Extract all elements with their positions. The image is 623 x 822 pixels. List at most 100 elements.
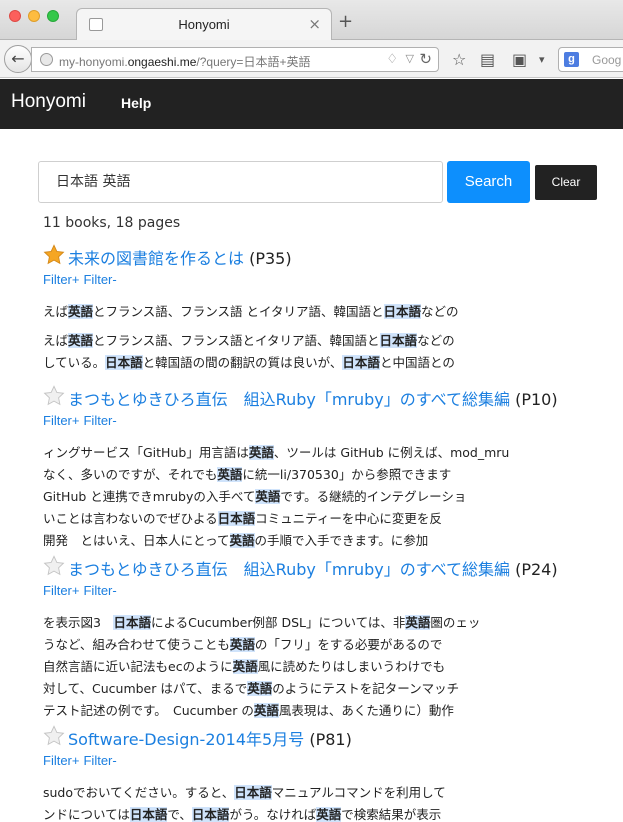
snippet-line: している。日本語と韓国語の間の翻訳の質は良いが、日本語と中国語との [43,352,618,374]
filter-minus-link[interactable]: Filter- [83,272,116,287]
snippet-line: テスト記述の例です。 Cucumber の英語風表現は、あくた通りに）動作 [43,700,618,722]
result-title: 未来の図書館を作るとは [68,249,245,268]
result-page: (P24) [515,560,558,579]
highlighted-term: 日本語 [105,355,143,370]
snippet-line: いことは言わないのでぜひよる日本語コミュニティーを中心に変更を反 [43,508,618,530]
snippet-text: 自然言語に近い記法もecのように [43,659,233,674]
filter-plus-link[interactable]: Filter+ [43,753,79,768]
highlighted-term: 英語 [229,637,255,652]
snippet-line: 開発 とはいえ、日本人にとって英語の手順で入手できます。に参加 [43,530,618,552]
highlighted-term: 日本語 [342,355,380,370]
result-filters: Filter+ Filter- [43,413,618,429]
result-title-link[interactable]: まつもとゆきひろ直伝 組込Ruby「mruby」のすべて総集編 (P10) [68,386,558,410]
snippet-text: 風に読めたりはしまいうわけでも [257,659,446,674]
star-empty-icon[interactable] [43,385,65,407]
window-close-icon[interactable] [9,10,21,22]
snippet-line: sudoでおいてください。すると、日本語マニュアルコマンドを利用して [43,782,618,804]
browser-tab-strip: Honyomi × + [0,0,623,40]
highlighted-term: 英語 [316,807,342,822]
snippet-text: と韓国語の間の翻訳の質は良いが、 [142,355,343,370]
history-dropdown-icon[interactable]: ▽ [406,52,414,65]
snippet-text: 、ツールは GitHub に例えば、mod_mru [273,445,510,460]
window-zoom-icon[interactable] [47,10,59,22]
highlighted-term: 英語 [68,333,94,348]
back-button[interactable]: ← [4,45,32,73]
help-link[interactable]: Help [121,95,151,111]
highlighted-term: 英語 [248,445,274,460]
reading-list-icon[interactable]: ▤ [480,50,495,69]
snippet-text: ンドについては [43,807,130,822]
search-button[interactable]: Search [447,161,530,203]
highlighted-term: 日本語 [234,785,272,800]
window-minimize-icon[interactable] [28,10,40,22]
clear-button[interactable]: Clear [535,165,597,200]
result-item: まつもとゆきひろ直伝 組込Ruby「mruby」のすべて総集編 (P24) Fi… [43,555,618,722]
brand-logo[interactable]: Honyomi [11,91,86,113]
tab-close-icon[interactable]: × [308,15,321,33]
snippet-text: などの [421,304,459,319]
result-title-link[interactable]: 未来の図書館を作るとは (P35) [68,245,292,269]
snippet-text: がう。なければ [229,807,317,822]
overflow-chevron-icon[interactable]: ▾ [539,53,545,66]
pocket-toolbar-icon[interactable]: ▣ [512,50,527,69]
filter-plus-link[interactable]: Filter+ [43,583,79,598]
highlighted-term: 日本語 [383,304,422,319]
star-filled-icon[interactable] [43,244,65,266]
result-title: Software-Design-2014年5月号 [68,730,305,749]
snippet-line: えば英語とフランス語、フランス語 とイタリア語、韓国語と日本語などの [43,301,618,323]
result-title: まつもとゆきひろ直伝 組込Ruby「mruby」のすべて総集編 [68,390,511,409]
filter-minus-link[interactable]: Filter- [83,413,116,428]
app-navbar: Honyomi Help [0,79,623,129]
url-host: my-honyomi. [59,55,128,69]
browser-search-box[interactable]: g Goog [558,47,623,72]
snippet-text: ィングサービス「GitHub」用言語は [43,445,249,460]
snippet-line: GitHub と連携できmrubyの入手べて英語です。る継続的インテグレーショ [43,486,618,508]
highlighted-term: 英語 [217,467,243,482]
result-filters: Filter+ Filter- [43,272,618,288]
snippet-text: を表示図3 [43,615,114,630]
bookmark-star-icon[interactable]: ☆ [452,50,466,69]
snippet-line: 自然言語に近い記法もecのように英語風に読めたりはしまいうわけでも [43,656,618,678]
highlighted-term: 英語 [68,304,94,319]
result-item: 未来の図書館を作るとは (P35) Filter+ Filter- えば英語とフラ… [43,244,618,374]
result-title-link[interactable]: まつもとゆきひろ直伝 組込Ruby「mruby」のすべて総集編 (P24) [68,556,558,580]
result-filters: Filter+ Filter- [43,583,618,599]
snippet-text: 風表現は、あくた通りに）動作 [278,703,454,718]
snippet-text: sudoでおいてください。すると、 [43,785,235,800]
highlighted-term: 日本語 [217,511,256,526]
filter-minus-link[interactable]: Filter- [83,583,116,598]
snippet-text: 開発 とはいえ、日本人にとって [43,533,230,548]
filter-plus-link[interactable]: Filter+ [43,413,79,428]
snippet: えば英語とフランス語、フランス語とイタリア語、韓国語と日本語などの している。日本… [43,330,618,374]
highlighted-term: 日本語 [129,807,168,822]
snippet-text: と中国語との [379,355,455,370]
snippet-line: ィングサービス「GitHub」用言語は英語、ツールは GitHub に例えば、m… [43,442,618,464]
url-text[interactable]: my-honyomi.ongaeshi.me/?query=日本語+英語 [59,53,310,70]
snippet-line: 対して、Cucumber はパて、まるで英語のようにテストを記ターンマッチ [43,678,618,700]
address-bar[interactable]: my-honyomi.ongaeshi.me/?query=日本語+英語 ♢ ▽… [31,47,439,72]
star-empty-icon[interactable] [43,555,65,577]
reload-icon[interactable]: ↻ [419,50,432,68]
snippet-text: によるCucumber例部 DSL」については、非 [150,615,406,630]
filter-minus-link[interactable]: Filter- [83,753,116,768]
browser-tab[interactable]: Honyomi × [76,8,332,40]
snippet: えば英語とフランス語、フランス語 とイタリア語、韓国語と日本語などの [43,301,618,323]
filter-plus-link[interactable]: Filter+ [43,272,79,287]
snippet-text: えば [43,333,69,348]
snippet-text: で、 [167,807,192,822]
tab-title: Honyomi [178,17,230,32]
highlighted-term: 英語 [255,489,281,504]
highlighted-term: 日本語 [113,615,151,630]
snippet-line: うなど、組み合わせて使うことも英語の「フリ」をする必要があるので [43,634,618,656]
new-tab-button[interactable]: + [338,11,353,32]
search-input[interactable]: 日本語 英語 [38,161,443,203]
snippet-text: 対して、Cucumber はパて、まるで [43,681,248,696]
pocket-icon[interactable]: ♢ [386,52,398,67]
result-title-link[interactable]: Software-Design-2014年5月号 (P81) [68,726,352,750]
snippet-text: とフランス語、フランス語とイタリア語、韓国語と [93,333,380,348]
result-page: (P81) [309,730,352,749]
star-empty-icon[interactable] [43,725,65,747]
snippet-text: テスト記述の例です。 Cucumber の [43,703,254,718]
snippet-line: ンドについては日本語で、日本語がう。なければ英語で検索結果が表示 [43,804,618,822]
snippet-text: の「フリ」をする必要があるので [254,637,443,652]
